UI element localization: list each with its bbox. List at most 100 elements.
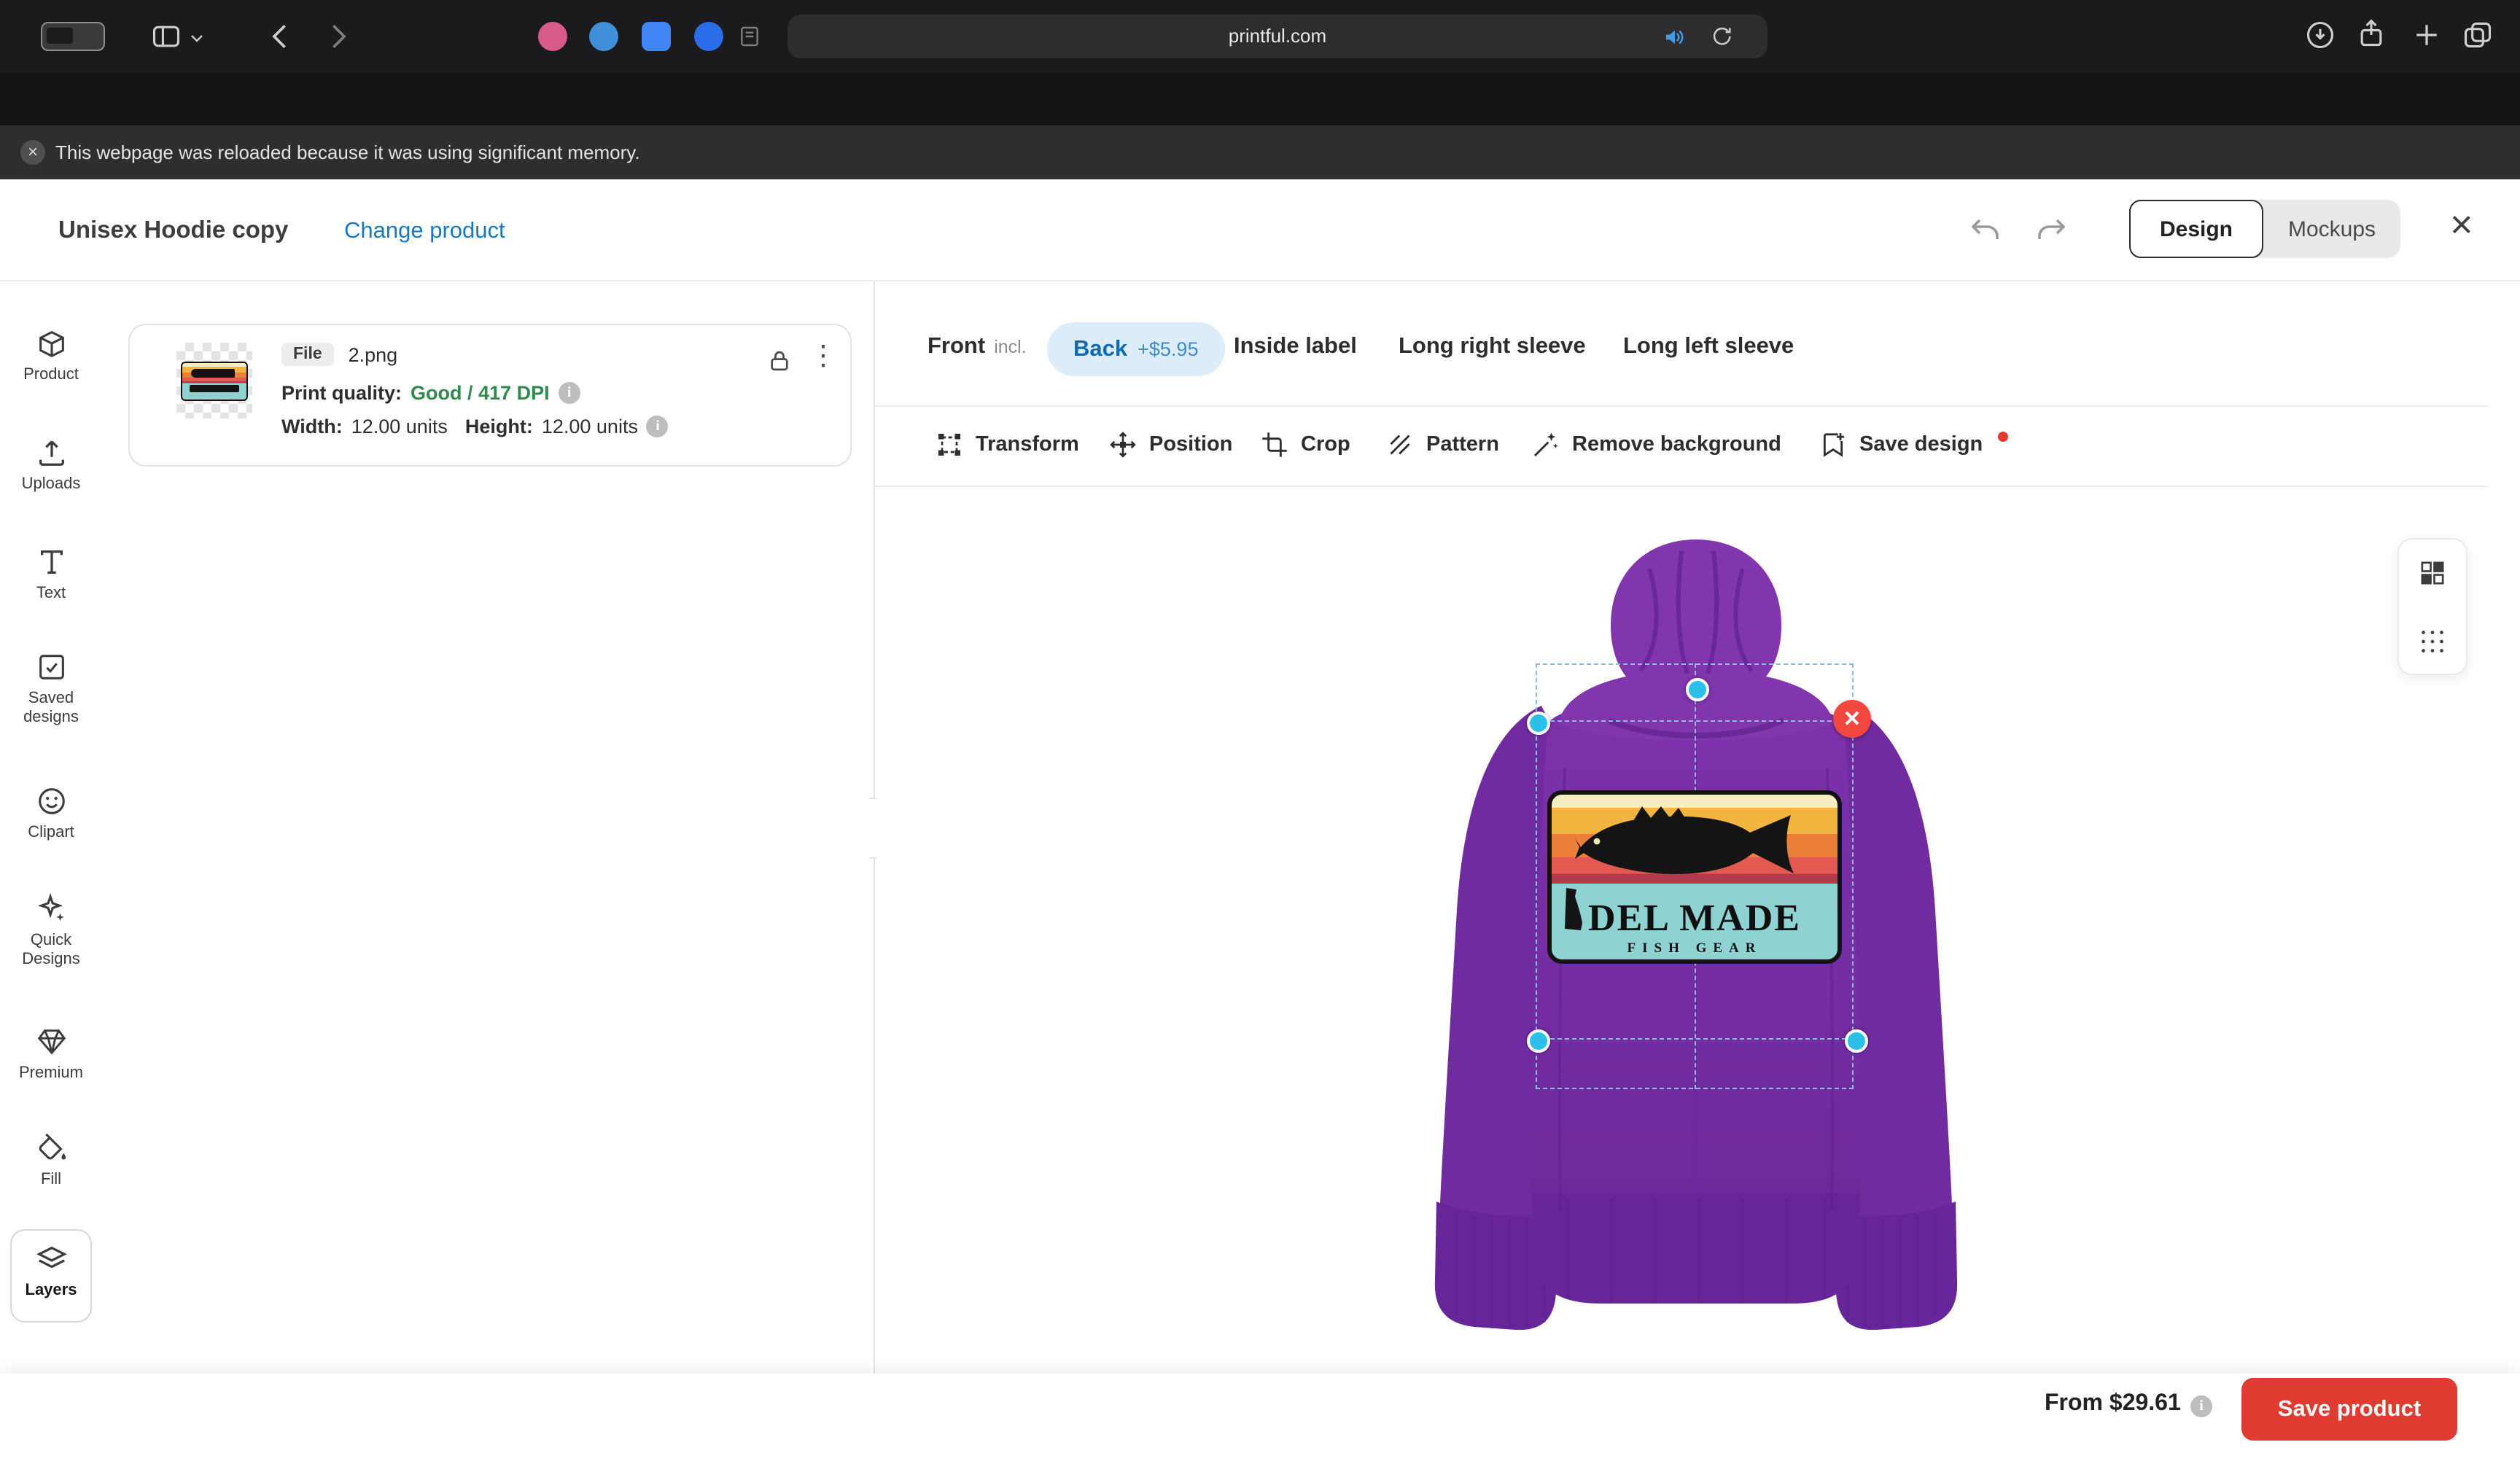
editor-footer: [0, 1374, 2520, 1461]
selection-top-edge: [1536, 720, 1854, 722]
file-thumbnail-artwork: [181, 361, 248, 400]
placement-back-active[interactable]: Back +$5.95: [1047, 322, 1224, 376]
placement-front[interactable]: Frontincl.: [928, 334, 1027, 360]
handle-rotate[interactable]: [1686, 678, 1709, 701]
crop-button[interactable]: Crop: [1260, 430, 1350, 459]
reload-icon[interactable]: [1709, 23, 1734, 48]
fill-bucket-icon: [0, 1131, 102, 1165]
close-editor-icon[interactable]: ×: [2450, 206, 2473, 245]
divider: [875, 405, 2488, 407]
sidebar-item-layers[interactable]: Layers: [0, 1242, 102, 1301]
address-bar[interactable]: printful.com: [788, 15, 1768, 58]
sidebar-item-premium[interactable]: Premium: [0, 1025, 102, 1083]
placement-inside-label[interactable]: Inside label: [1234, 334, 1357, 360]
window-controls-inner: [47, 28, 73, 44]
sidebar-toggle-icon[interactable]: [150, 20, 182, 52]
url-text: printful.com: [788, 25, 1768, 47]
placement-long-right-sleeve[interactable]: Long right sleeve: [1399, 334, 1586, 360]
tab-overview-icon[interactable]: [2462, 19, 2494, 51]
canvas-view-controls: [2398, 538, 2468, 675]
save-design-button[interactable]: Save design: [1819, 430, 2007, 459]
back-button[interactable]: [265, 20, 298, 52]
product-box-icon: [0, 327, 102, 360]
sidebar-item-clipart[interactable]: Clipart: [0, 784, 102, 843]
file-name: 2.png: [349, 343, 398, 365]
pattern-button[interactable]: Pattern: [1385, 430, 1499, 459]
unsaved-indicator-dot: [1997, 431, 2007, 441]
magic-wand-icon: [1531, 430, 1560, 459]
sidebar-item-saved-designs[interactable]: Saved designs: [0, 650, 102, 728]
transform-icon: [935, 430, 964, 459]
dimensions-info-icon[interactable]: i: [647, 416, 669, 437]
undo-icon[interactable]: [1969, 213, 2004, 248]
mini-text-shape: [190, 384, 239, 391]
handle-bottom-right[interactable]: [1845, 1029, 1868, 1053]
notification-text: This webpage was reloaded because it was…: [55, 141, 640, 163]
save-product-button[interactable]: Save product: [2241, 1378, 2457, 1441]
layers-icon: [0, 1242, 102, 1276]
lock-icon[interactable]: [766, 347, 793, 375]
audio-speaker-icon[interactable]: [1662, 25, 1687, 50]
back-price: +$5.95: [1138, 338, 1198, 360]
position-button[interactable]: Position: [1108, 430, 1232, 459]
print-quality-row: Print quality: Good / 417 DPI i: [281, 382, 580, 404]
save-design-icon: [1819, 430, 1848, 459]
extension-icon-4[interactable]: [694, 22, 723, 51]
template-grid-button[interactable]: [2399, 539, 2466, 607]
tab-mockups[interactable]: Mockups: [2263, 200, 2400, 258]
fish-silhouette: [1572, 803, 1820, 885]
downloads-icon[interactable]: [2304, 19, 2336, 51]
transform-button[interactable]: Transform: [935, 430, 1079, 459]
quality-info-icon[interactable]: i: [559, 382, 580, 404]
notification-close-icon[interactable]: ×: [20, 140, 45, 165]
chevron-down-icon[interactable]: [188, 29, 206, 47]
new-tab-icon[interactable]: [2411, 19, 2443, 51]
layer-menu-icon[interactable]: ⋮: [809, 343, 837, 372]
layer-file-card[interactable]: File 2.png Print quality: Good / 417 DPI…: [128, 324, 852, 467]
file-thumbnail[interactable]: [176, 343, 252, 418]
upload-icon: [0, 436, 102, 470]
clipart-smiley-icon: [0, 784, 102, 818]
sidebar-item-fill[interactable]: Fill: [0, 1131, 102, 1190]
design-title-text: DEL MADE: [1552, 897, 1838, 940]
file-type-badge: File: [281, 343, 334, 366]
browser-toolbar: printful.com: [0, 0, 2520, 73]
window-controls-pill[interactable]: [41, 22, 105, 51]
placement-long-left-sleeve[interactable]: Long left sleeve: [1623, 334, 1794, 360]
selection-bottom-edge: [1536, 1038, 1854, 1040]
price-info-icon[interactable]: i: [2190, 1395, 2212, 1417]
sidebar-item-text[interactable]: Text: [0, 545, 102, 604]
design-subtitle-text: FISH GEAR: [1552, 942, 1838, 957]
pattern-icon: [1385, 430, 1415, 459]
change-product-link[interactable]: Change product: [344, 219, 505, 245]
sidebar-item-quick-designs[interactable]: Quick Designs: [0, 892, 102, 970]
product-title: Unisex Hoodie copy: [58, 217, 288, 245]
extension-icon-1[interactable]: [538, 22, 567, 51]
tab-design[interactable]: Design: [2129, 200, 2263, 258]
page-settings-icon[interactable]: [738, 25, 761, 48]
sidebar-item-uploads[interactable]: Uploads: [0, 436, 102, 494]
saved-designs-icon: [0, 650, 102, 684]
sidebar-item-product[interactable]: Product: [0, 327, 102, 385]
dimensions-row: Width: 12.00 units Height: 12.00 units i: [281, 416, 669, 437]
extension-icon-2[interactable]: [589, 22, 618, 51]
redo-icon[interactable]: [2033, 213, 2068, 248]
extension-icon-3[interactable]: [642, 22, 671, 51]
share-icon[interactable]: [2355, 17, 2387, 50]
handle-bottom-left[interactable]: [1527, 1029, 1550, 1053]
forward-button[interactable]: [321, 20, 353, 52]
quick-designs-sparkle-icon: [0, 892, 102, 926]
design-mockups-toggle: Design Mockups: [2129, 200, 2400, 258]
file-row: File 2.png: [281, 343, 397, 366]
delete-layer-button[interactable]: ✕: [1833, 700, 1871, 738]
mini-fish-shape: [191, 368, 235, 377]
screen: printful.com G U My Account – Paradise G…: [0, 0, 2520, 1461]
remove-background-button[interactable]: Remove background: [1531, 430, 1781, 459]
dot-grid-button[interactable]: [2399, 608, 2466, 675]
handle-top-left[interactable]: [1527, 712, 1550, 735]
text-icon: [0, 545, 102, 579]
crop-icon: [1260, 430, 1289, 459]
memory-notification-bar: × This webpage was reloaded because it w…: [0, 125, 2520, 179]
design-artwork[interactable]: DEL MADE FISH GEAR: [1547, 790, 1842, 964]
tab-strip: G U My Account – Paradise Grill Online G…: [0, 73, 2520, 125]
